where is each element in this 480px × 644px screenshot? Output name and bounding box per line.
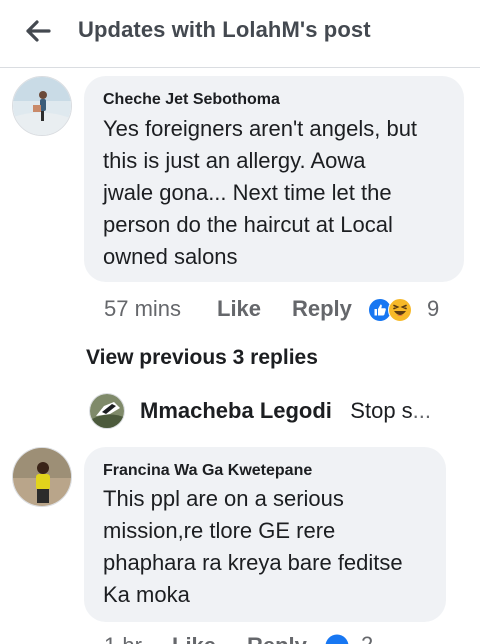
avatar[interactable] — [89, 393, 125, 429]
reaction-count: 9 — [427, 296, 440, 321]
comment-author[interactable]: Cheche Jet Sebothoma — [103, 91, 280, 109]
reply-snippet: Stop s — [350, 398, 413, 423]
like-reaction-icon — [325, 634, 349, 644]
comment-text-line: mission,re tlore GE rere — [103, 518, 336, 543]
comment-text-line: jwale gona... Next time let the — [103, 180, 392, 205]
comment-author[interactable]: Francina Wa Ga Kwetepane — [103, 462, 312, 480]
avatar[interactable] — [12, 447, 72, 507]
reply-button[interactable]: Reply — [247, 633, 307, 644]
comment-text-line: this is just an allergy. Aowa — [103, 148, 366, 173]
like-button[interactable]: Like — [172, 633, 216, 644]
comment-text-line: phaphara ra kreya bare feditse — [103, 550, 403, 575]
comment-text-line: This ppl are on a serious — [103, 486, 344, 511]
top-bar: Updates with LolahM's post — [0, 0, 480, 68]
comment-text-line: Yes foreigners aren't angels, but — [103, 116, 418, 141]
arrow-left-icon — [26, 20, 51, 42]
comment-timestamp: 57 mins — [104, 296, 182, 321]
reply-preview[interactable]: Mmacheba Legodi Stop s... — [140, 398, 431, 424]
reply-author[interactable]: Mmacheba Legodi — [140, 398, 332, 423]
comment-text-line: owned salons — [103, 244, 238, 269]
page-title: Updates with LolahM's post — [78, 17, 371, 42]
reply-ellipsis: ... — [412, 398, 432, 423]
reaction-count: 2 — [361, 634, 373, 644]
reactions-summary[interactable]: 2 — [325, 634, 385, 644]
comment-text-line: person do the haircut at Local — [103, 212, 393, 237]
comment-text-line: Ka moka — [103, 582, 190, 607]
haha-reaction-icon — [388, 298, 412, 322]
like-button[interactable]: Like — [217, 296, 261, 322]
back-button[interactable] — [18, 14, 58, 48]
avatar[interactable] — [12, 76, 72, 136]
view-previous-replies-link[interactable]: View previous 3 replies — [86, 346, 318, 370]
reactions-summary[interactable]: 9 — [368, 296, 448, 323]
comment-timestamp: 1 hr — [104, 633, 142, 644]
reply-button[interactable]: Reply — [292, 296, 352, 322]
